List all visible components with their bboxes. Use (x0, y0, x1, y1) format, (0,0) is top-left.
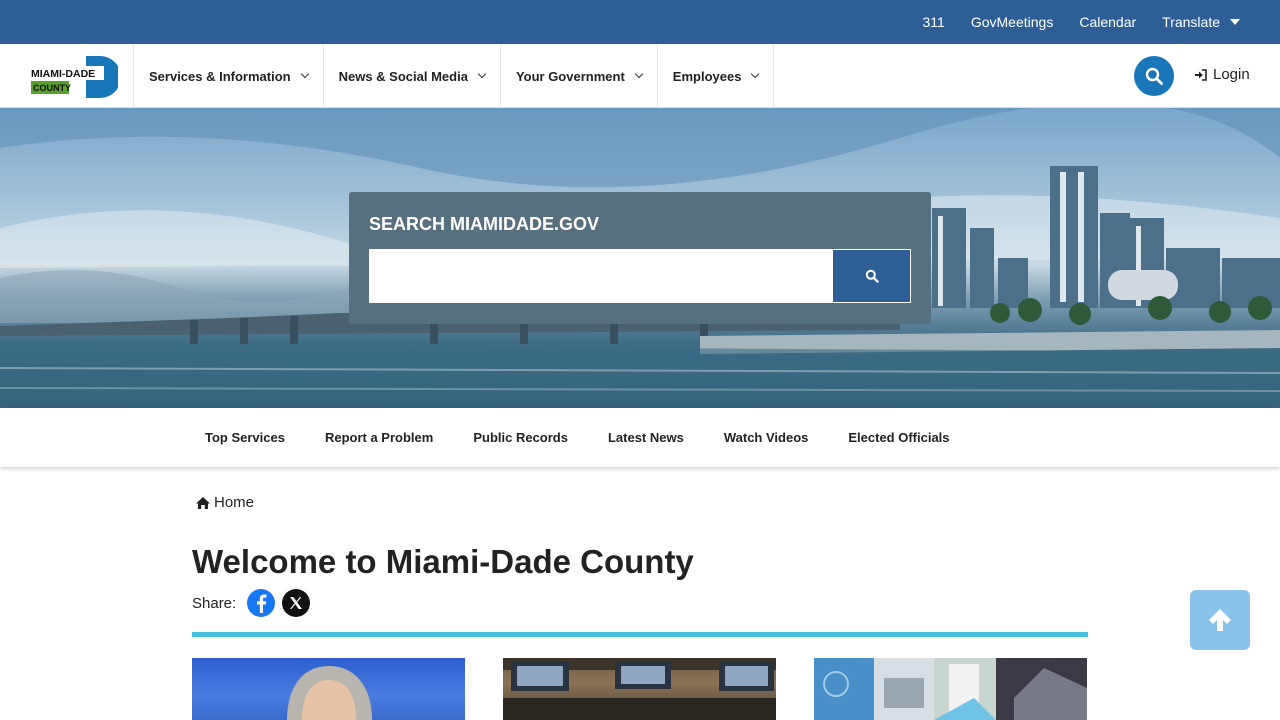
nav-label: Employees (672, 68, 742, 84)
quick-link-watch-videos[interactable]: Watch Videos (704, 430, 829, 445)
arrow-up-icon (1209, 609, 1231, 631)
facebook-icon (257, 594, 267, 613)
utility-link-calendar[interactable]: Calendar (1079, 14, 1136, 30)
share-bar: Share: (192, 587, 311, 619)
site-search-submit-button[interactable] (832, 249, 911, 303)
section-divider (192, 632, 1088, 637)
quick-link-report-a-problem[interactable]: Report a Problem (305, 430, 453, 445)
commission-chamber-image (503, 658, 776, 720)
header-search-button[interactable] (1134, 56, 1174, 96)
translate-label: Translate (1162, 14, 1220, 30)
home-icon (196, 496, 210, 509)
facebook-share-button[interactable] (247, 589, 276, 617)
search-icon (865, 269, 879, 283)
caret-down-icon (1230, 19, 1240, 25)
quick-link-public-records[interactable]: Public Records (453, 430, 588, 445)
translate-dropdown[interactable]: Translate (1162, 14, 1240, 30)
chevron-down-icon (477, 69, 487, 79)
breadcrumb-home-label: Home (214, 494, 255, 511)
nav-services-information[interactable]: Services & Information (133, 44, 323, 108)
search-icon (1145, 67, 1163, 85)
share-label: Share: (192, 594, 237, 612)
utility-bar: 311 GovMeetings Calendar Translate (0, 0, 1280, 44)
breadcrumb[interactable]: Home (195, 494, 254, 511)
utility-link-govmeetings[interactable]: GovMeetings (971, 14, 1053, 30)
quick-links: Top Services Report a Problem Public Rec… (185, 408, 970, 467)
site-search-panel: SEARCH MIAMIDADE.GOV (349, 192, 931, 324)
feature-card-mayor-image[interactable] (192, 658, 465, 720)
nav-your-government[interactable]: Your Government (499, 44, 657, 108)
nav-label: Your Government (515, 68, 625, 84)
page-title: Welcome to Miami-Dade County (192, 543, 694, 580)
feature-card-services-image[interactable] (814, 658, 1087, 720)
quick-link-elected-officials[interactable]: Elected Officials (828, 430, 969, 445)
search-panel-title: SEARCH MIAMIDADE.GOV (369, 214, 600, 234)
main-nav: MIAMI-DADE COUNTY Services & Information… (0, 44, 1280, 108)
nav-news-social-media[interactable]: News & Social Media (322, 44, 500, 108)
logo-text-line2: COUNTY (33, 83, 71, 93)
x-share-button[interactable] (282, 589, 311, 617)
quick-link-top-services[interactable]: Top Services (185, 430, 305, 445)
back-to-top-button[interactable] (1190, 590, 1250, 650)
hero-banner: SEARCH MIAMIDADE.GOV (0, 108, 1280, 408)
quick-links-bar: Top Services Report a Problem Public Rec… (0, 408, 1280, 467)
utility-link-311[interactable]: 311 (923, 14, 945, 30)
nav-label: News & Social Media (338, 68, 468, 84)
feature-card-commission-image[interactable] (503, 658, 776, 720)
login-label: Login (1213, 66, 1250, 83)
site-search-input[interactable] (369, 249, 832, 303)
services-collage-image (814, 658, 1087, 720)
sign-in-icon (1195, 68, 1207, 81)
miami-dade-logo[interactable]: MIAMI-DADE COUNTY (30, 56, 118, 98)
quick-link-latest-news[interactable]: Latest News (588, 430, 704, 445)
logo-text-line1: MIAMI-DADE (31, 68, 95, 80)
login-link[interactable]: Login (1194, 66, 1250, 83)
chevron-down-icon (634, 69, 644, 79)
mayor-portrait-image (287, 666, 372, 720)
chevron-down-icon (751, 69, 760, 79)
nav-items: Services & Information News & Social Med… (133, 44, 775, 108)
utility-links: 311 GovMeetings Calendar Translate (897, 0, 1240, 44)
nav-label: Services & Information (149, 68, 291, 84)
x-icon (290, 597, 303, 609)
chevron-down-icon (300, 69, 309, 79)
nav-employees[interactable]: Employees (656, 44, 775, 108)
